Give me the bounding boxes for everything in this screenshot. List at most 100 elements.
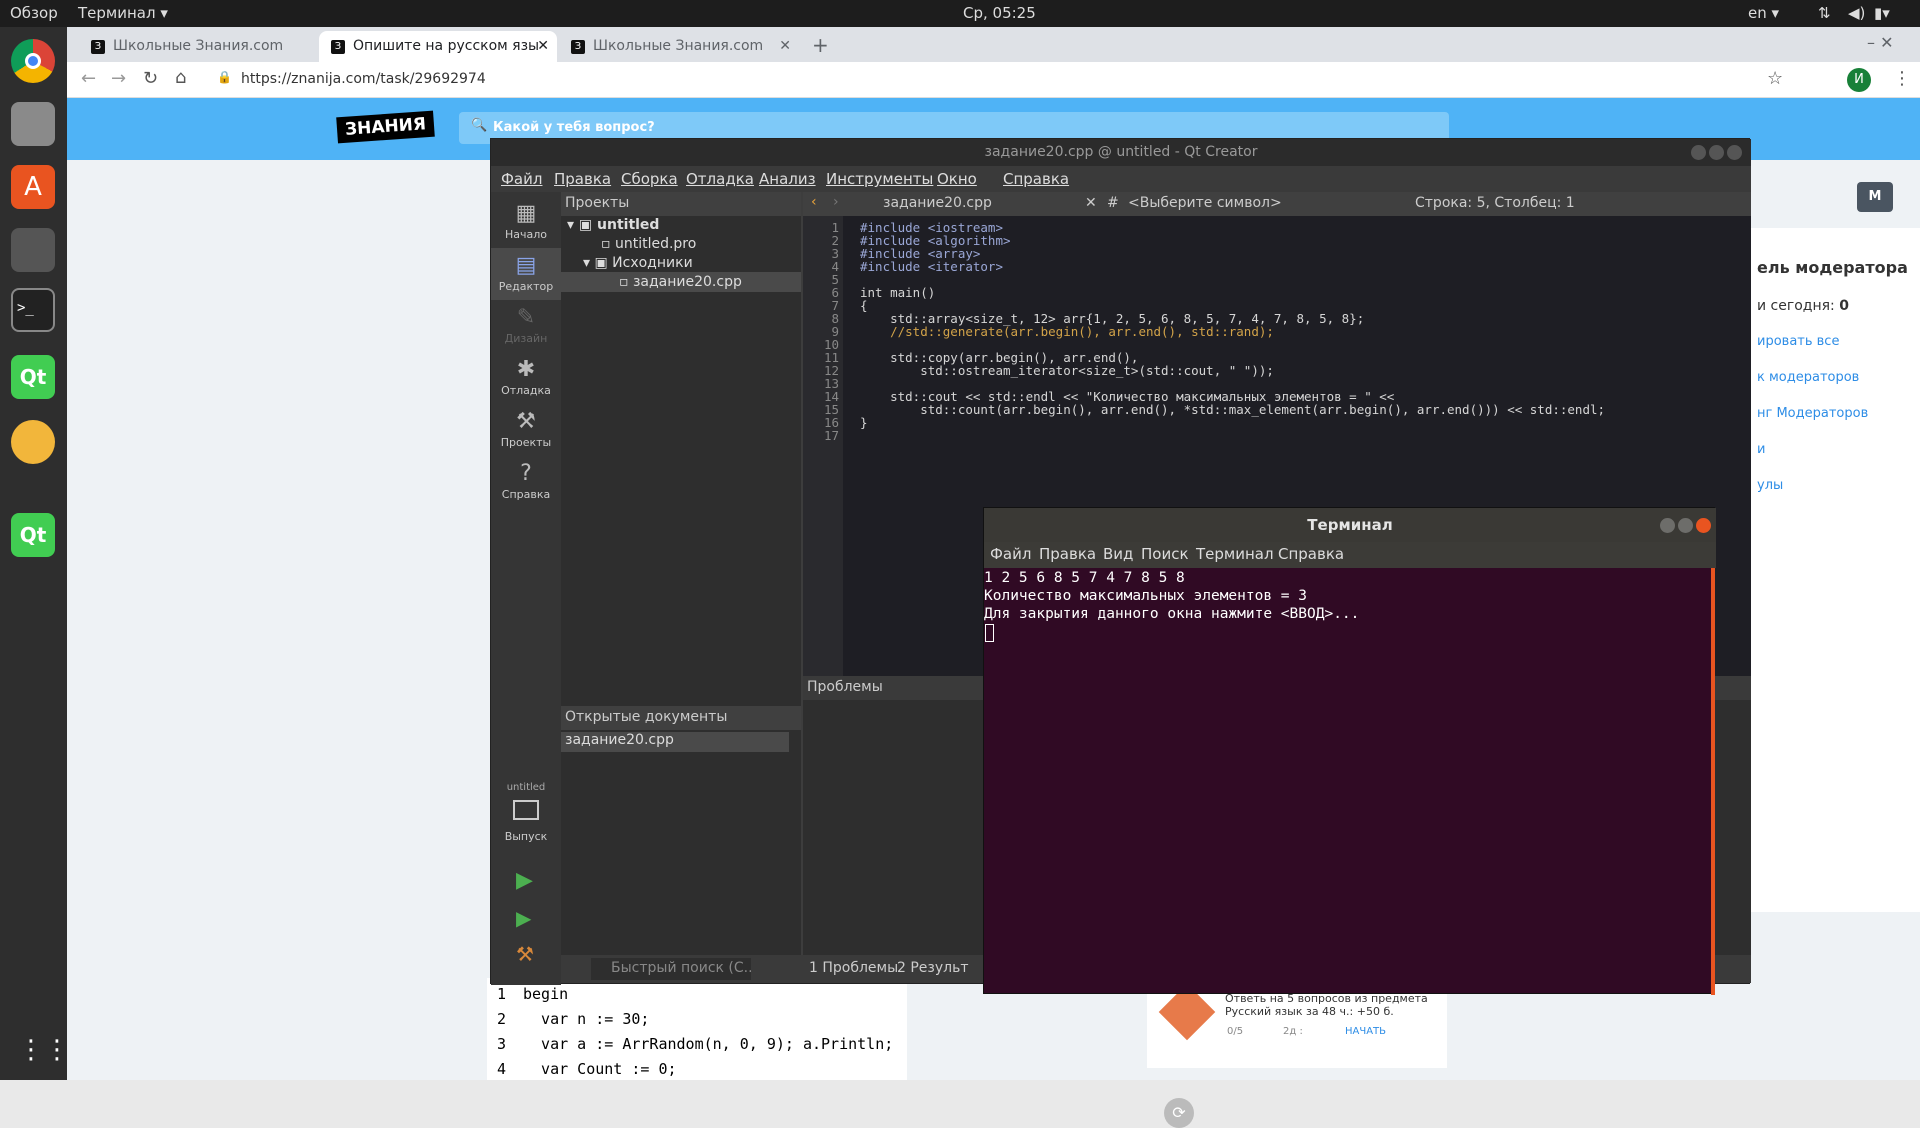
mod-link[interactable]: и	[1757, 442, 1765, 457]
chrome-icon[interactable]	[11, 39, 55, 83]
tree-sources[interactable]: ▾ ▣ Исходники	[583, 255, 693, 271]
terminal-cursor	[985, 624, 994, 642]
close-icon[interactable]	[1696, 518, 1711, 533]
close-tab-icon[interactable]: ✕	[779, 38, 791, 54]
maximize-icon[interactable]	[1678, 518, 1693, 533]
site-logo[interactable]: ЗНАНИЯ	[336, 110, 435, 144]
file-selector[interactable]: задание20.cpp	[883, 195, 992, 211]
language-indicator[interactable]: en ▾	[1748, 4, 1779, 22]
open-doc-item[interactable]: задание20.cpp	[561, 732, 789, 752]
bookmark-star-icon[interactable]: ☆	[1767, 68, 1783, 89]
menu-view[interactable]: Вид	[1103, 545, 1133, 563]
home-icon[interactable]: ⌂	[175, 67, 186, 88]
build-hammer-icon[interactable]: ⚒	[516, 942, 534, 966]
forward-icon[interactable]: ›	[833, 194, 839, 210]
mode-design[interactable]: ✎ Дизайн	[491, 300, 561, 352]
close-tab-icon[interactable]: ✕	[537, 38, 549, 54]
forward-icon[interactable]: →	[111, 68, 126, 89]
menu-analyze[interactable]: Анализ	[759, 170, 816, 188]
projects-header[interactable]: Проекты	[561, 192, 801, 216]
url-field[interactable]: https://znanija.com/task/29692974	[241, 71, 486, 87]
menu-file[interactable]: Файл	[990, 545, 1031, 563]
tab-results[interactable]: 2 Результ	[897, 960, 969, 976]
back-icon[interactable]: ←	[81, 68, 96, 89]
menu-edit[interactable]: Правка	[1039, 545, 1096, 563]
tree-cpp-file[interactable]: ▫ задание20.cpp	[619, 274, 742, 290]
grid-icon: ▦	[515, 201, 537, 226]
close-doc-icon[interactable]: ✕	[1085, 195, 1097, 211]
menu-terminal[interactable]: Терминал	[1196, 545, 1274, 563]
menu-edit[interactable]: Правка	[554, 170, 611, 188]
mod-link[interactable]: улы	[1757, 478, 1783, 493]
tab-znanija-1[interactable]: З Школьные Знания.com	[79, 31, 319, 62]
clock[interactable]: Ср, 05:25	[963, 4, 1036, 22]
code-line: int main()	[860, 285, 936, 300]
run-icon[interactable]: ▶	[516, 868, 533, 893]
project-tree: ▾ ▣ untitled ▫ untitled.pro ▾ ▣ Исходник…	[561, 216, 801, 706]
menu-search[interactable]: Поиск	[1141, 545, 1189, 563]
terminal-line: 1 2 5 6 8 5 7 4 7 8 5 8	[984, 570, 1185, 586]
open-docs-header[interactable]: Открытые документы	[561, 706, 801, 730]
show-apps-icon[interactable]: ⋮⋮	[18, 1035, 70, 1065]
scrollbar[interactable]	[1711, 568, 1715, 995]
launcher-dock: A >_ Qt Qt ⋮⋮	[0, 27, 70, 1080]
volume-icon[interactable]: ◀)	[1848, 4, 1865, 22]
mode-help[interactable]: ? Справка	[491, 456, 561, 508]
mode-projects[interactable]: ⚒ Проекты	[491, 404, 561, 456]
user-avatar[interactable]: M	[1857, 182, 1893, 212]
refresh-icon[interactable]: ⟳	[1164, 1098, 1194, 1128]
tab-znanija-2[interactable]: З Школьные Знания.com ✕	[559, 31, 799, 62]
qt-creator-icon[interactable]: Qt	[11, 355, 55, 399]
network-icon[interactable]: ⇅	[1818, 4, 1831, 22]
mod-link[interactable]: нг Модераторов	[1757, 406, 1868, 421]
battery-icon[interactable]: ▮▾	[1874, 4, 1890, 22]
activities-button[interactable]: Обзор	[10, 4, 58, 22]
tab-problems[interactable]: 1 Проблемы	[809, 960, 898, 976]
run-target-label: untitled	[506, 782, 546, 793]
menu-debug[interactable]: Отладка	[686, 170, 754, 188]
new-tab-icon[interactable]: +	[812, 33, 829, 57]
menu-file[interactable]: Файл	[501, 170, 542, 188]
system-top-bar: Обзор Терминал ▾ Ср, 05:25 en ▾ ⇅ ◀) ▮▾	[0, 0, 1920, 27]
tree-root[interactable]: ▾ ▣ untitled	[567, 217, 659, 233]
cursor-position: Строка: 5, Столбец: 1	[1415, 195, 1575, 211]
znanija-favicon-icon: З	[331, 40, 345, 54]
debug-run-icon[interactable]: ▶	[516, 906, 531, 930]
promo-start-button[interactable]: НАЧАТЬ	[1345, 1026, 1386, 1037]
terminal-icon[interactable]: >_	[11, 288, 55, 332]
search-icon: 🔍	[471, 118, 488, 133]
files-icon[interactable]	[11, 102, 55, 146]
mod-link[interactable]: ировать все	[1757, 334, 1839, 349]
tab-active-question[interactable]: З Опишите на русском язы ✕	[319, 31, 557, 62]
back-icon[interactable]: ‹	[811, 194, 817, 210]
menu-tools[interactable]: Инструменты	[826, 170, 933, 188]
minimize-icon[interactable]	[1660, 518, 1675, 533]
menu-help[interactable]: Справка	[1278, 545, 1344, 563]
maximize-icon[interactable]	[1709, 145, 1724, 160]
mode-edit[interactable]: ▤ Редактор	[491, 248, 561, 300]
close-icon[interactable]	[1727, 145, 1742, 160]
window-controls[interactable]: – ✕	[1867, 33, 1894, 52]
mode-debug[interactable]: ✱ Отладка	[491, 352, 561, 404]
tree-pro-file[interactable]: ▫ untitled.pro	[601, 236, 696, 252]
menu-kebab-icon[interactable]: ⋮	[1893, 68, 1911, 89]
symbol-selector[interactable]: <Выберите символ>	[1128, 195, 1282, 211]
menu-window[interactable]: Окно	[937, 170, 977, 188]
kit-selector-icon[interactable]	[513, 800, 539, 820]
calculator-icon[interactable]	[11, 228, 55, 272]
wrench-icon: ⚒	[516, 409, 536, 434]
locator-input[interactable]: Быстрый поиск (С...	[591, 958, 751, 980]
minimize-icon[interactable]	[1691, 145, 1706, 160]
teapot-icon[interactable]	[11, 420, 55, 464]
terminal-output[interactable]: 1 2 5 6 8 5 7 4 7 8 5 8 Количество макси…	[984, 568, 1716, 995]
open-docs-list: задание20.cpp	[561, 730, 801, 955]
menu-help[interactable]: Справка	[1003, 170, 1069, 188]
menu-build[interactable]: Сборка	[621, 170, 678, 188]
app-menu[interactable]: Терминал ▾	[78, 4, 168, 22]
mod-link[interactable]: к модераторов	[1757, 370, 1859, 385]
reload-icon[interactable]: ↻	[143, 68, 158, 89]
mode-welcome[interactable]: ▦ Начало	[491, 196, 561, 248]
profile-avatar[interactable]: И	[1847, 68, 1871, 92]
qt-designer-icon[interactable]: Qt	[11, 513, 55, 557]
software-center-icon[interactable]: A	[11, 165, 55, 209]
